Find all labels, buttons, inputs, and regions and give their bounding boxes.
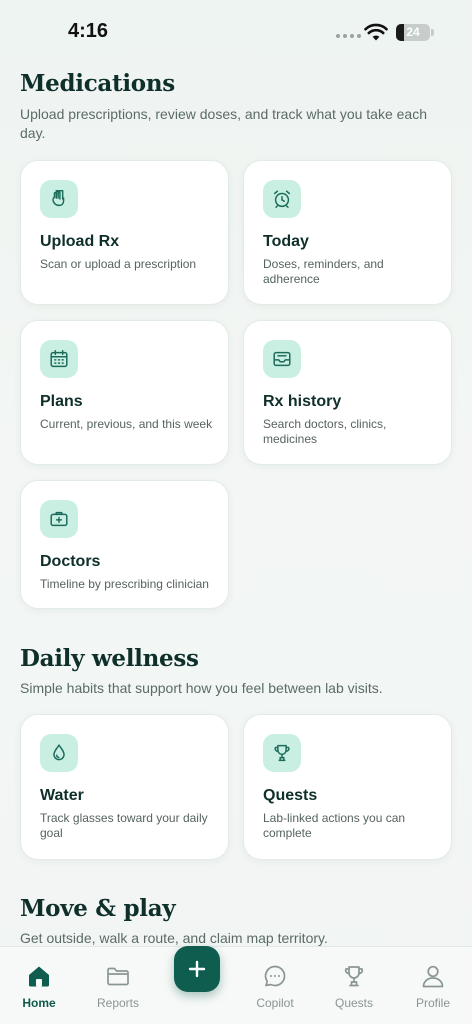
move-play-title: Move & play: [20, 895, 176, 922]
nav-copilot[interactable]: Copilot: [240, 963, 310, 1010]
card-description: Current, previous, and this week: [40, 417, 213, 431]
card-description: Track glasses toward your daily goal: [40, 811, 208, 840]
status-time: 4:16: [68, 20, 109, 42]
trophy-icon: [263, 734, 301, 772]
status-bar: 4:16 24: [0, 0, 472, 60]
chat-bubble-icon: [264, 965, 286, 987]
calendar-icon: [40, 340, 78, 378]
card-title: Plans: [40, 393, 83, 410]
today-card[interactable]: Today Doses, reminders, and adherence: [243, 160, 452, 305]
card-title: Today: [263, 233, 309, 250]
quests-card[interactable]: Quests Lab-linked actions you can comple…: [243, 714, 452, 860]
trophy-icon: [344, 966, 364, 987]
upload-rx-card[interactable]: Upload Rx Scan or upload a prescription: [20, 160, 229, 305]
nav-quests[interactable]: Quests: [319, 963, 389, 1010]
person-icon: [422, 965, 444, 988]
nav-label: Quests: [334, 996, 373, 1010]
card-description: Timeline by prescribing clinician: [40, 577, 209, 591]
water-card[interactable]: Water Track glasses toward your daily go…: [20, 714, 229, 860]
doctors-card[interactable]: Doctors Timeline by prescribing clinicia…: [20, 480, 229, 609]
daily-wellness-subtitle: Simple habits that support how you feel …: [20, 680, 383, 696]
alarm-clock-icon: [263, 180, 301, 218]
wifi-icon: [364, 23, 388, 41]
card-title: Water: [40, 787, 84, 804]
rx-history-card[interactable]: Rx history Search doctors, clinics, medi…: [243, 320, 452, 465]
medical-kit-icon: [40, 500, 78, 538]
card-description: Lab-linked actions you can complete: [263, 811, 406, 840]
card-description: Search doctors, clinics, medicines: [263, 417, 387, 446]
card-title: Upload Rx: [40, 233, 120, 250]
daily-wellness-title: Daily wellness: [20, 645, 199, 672]
nav-label: Copilot: [256, 996, 294, 1010]
nav-label: Reports: [96, 996, 140, 1010]
folder-icon: [107, 967, 129, 986]
nav-home[interactable]: Home: [4, 963, 74, 1010]
battery-level-text: 24: [406, 25, 420, 39]
battery-indicator: 24: [396, 24, 430, 41]
medications-subtitle: Upload prescriptions, review doses, and …: [20, 106, 427, 141]
card-title: Doctors: [40, 553, 101, 570]
nav-label: Home: [22, 996, 56, 1010]
add-button[interactable]: [174, 946, 220, 992]
archive-tray-icon: [263, 340, 301, 378]
nav-profile[interactable]: Profile: [398, 963, 468, 1010]
card-title: Quests: [263, 787, 318, 804]
cellular-signal-icon: [336, 34, 361, 38]
home-icon: [29, 966, 49, 987]
card-title: Rx history: [263, 393, 342, 410]
hand-document-icon: [40, 180, 78, 218]
battery-nub: [431, 29, 434, 36]
plus-icon: [188, 960, 206, 978]
nav-label: Profile: [415, 996, 450, 1010]
water-drop-icon: [40, 734, 78, 772]
card-description: Scan or upload a prescription: [40, 257, 197, 271]
medications-title: Medications: [20, 70, 175, 97]
plans-card[interactable]: Plans Current, previous, and this week: [20, 320, 229, 465]
nav-reports[interactable]: Reports: [83, 963, 153, 1010]
bottom-nav: Home Reports Copilot Quests Profile: [0, 946, 472, 1024]
card-description: Doses, reminders, and adherence: [263, 257, 384, 286]
